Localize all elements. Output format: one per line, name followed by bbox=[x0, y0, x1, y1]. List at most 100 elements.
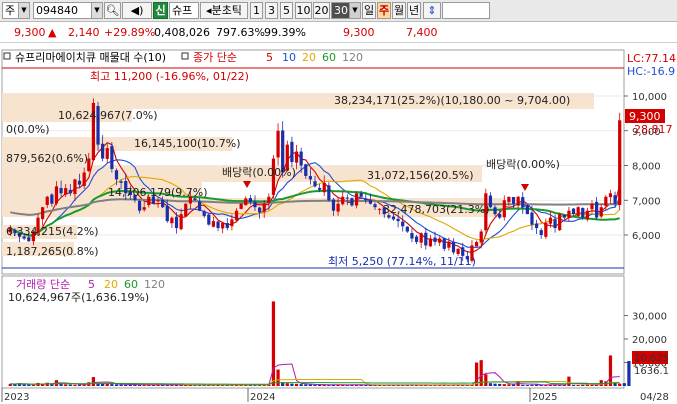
candle-body bbox=[359, 193, 363, 197]
candle-body bbox=[581, 208, 585, 218]
tick-mode-button[interactable]: ◂분초틱 bbox=[200, 2, 248, 19]
volume-bar bbox=[627, 361, 631, 386]
period-10-button[interactable]: 10 bbox=[295, 2, 312, 19]
candle-body bbox=[516, 196, 520, 206]
extra-input[interactable] bbox=[442, 2, 490, 19]
market-label: 주 bbox=[5, 4, 16, 17]
candle-body bbox=[174, 216, 179, 229]
price-tick-label: 10,000 bbox=[632, 92, 667, 103]
period-5-button[interactable]: 5 bbox=[280, 2, 293, 19]
up-arrow-icon: ▲ bbox=[48, 26, 57, 39]
ref-price-2: 7,400 bbox=[406, 26, 438, 39]
candle-body bbox=[604, 196, 608, 206]
day-button[interactable]: 일 bbox=[362, 2, 376, 19]
candle-body bbox=[253, 201, 257, 208]
month-button[interactable]: 월 bbox=[392, 2, 406, 19]
stock-code-input[interactable]: 094840 ▼ bbox=[33, 2, 103, 19]
candle-body bbox=[336, 203, 340, 212]
candle-body bbox=[507, 196, 511, 203]
volume-profile-label: 38,234,171(25.2%)(10,180.00 ~ 9,704.00) bbox=[334, 94, 570, 107]
year-button[interactable]: 년 bbox=[407, 2, 421, 19]
scroll-arrows-button[interactable]: ⇕ bbox=[423, 2, 441, 19]
candle-body bbox=[114, 170, 119, 180]
period-3-button[interactable]: 3 bbox=[265, 2, 278, 19]
candle-body bbox=[110, 146, 114, 169]
candle-body bbox=[290, 141, 294, 163]
stock-code-value: 094840 bbox=[36, 4, 78, 17]
candle-body bbox=[350, 198, 354, 206]
candle-body bbox=[73, 179, 77, 195]
volume-bar bbox=[530, 384, 534, 386]
candle-body bbox=[562, 214, 566, 218]
volume-bar bbox=[567, 376, 571, 386]
volume-bar bbox=[571, 384, 576, 386]
ma-legend-10: 10 bbox=[282, 51, 296, 64]
volume-bar bbox=[521, 384, 525, 386]
candle-body bbox=[525, 205, 529, 215]
candle-body bbox=[211, 221, 216, 227]
candle-body bbox=[405, 226, 409, 232]
candle-body bbox=[479, 231, 483, 243]
volume-bar bbox=[59, 383, 63, 386]
candle-body bbox=[493, 207, 497, 215]
candle-body bbox=[313, 181, 317, 187]
candle-body bbox=[239, 203, 243, 209]
candle-body bbox=[105, 148, 109, 159]
market-select[interactable]: 주 ▼ bbox=[2, 2, 30, 19]
chevron-down-icon[interactable]: ▼ bbox=[18, 3, 29, 18]
volume-bar bbox=[608, 355, 613, 386]
candle-body bbox=[318, 187, 322, 190]
candle-body bbox=[424, 232, 428, 246]
volume-bar bbox=[525, 385, 529, 386]
volume-bar bbox=[27, 384, 31, 386]
candle-body bbox=[119, 181, 123, 183]
chevron-down-icon[interactable]: ▼ bbox=[349, 3, 360, 18]
candle-body bbox=[202, 211, 206, 216]
sound-button[interactable]: ◀︎) bbox=[122, 2, 152, 19]
ref-price: 9,300 bbox=[343, 26, 375, 39]
volume-legend-5: 5 bbox=[88, 278, 95, 291]
volume-profile-label: 14,706,179(9.7%) bbox=[108, 186, 208, 199]
period-1-button[interactable]: 1 bbox=[250, 2, 263, 19]
volume-bar bbox=[299, 384, 303, 386]
chart-title: 슈프리마에이치큐 매물대 수(10) bbox=[15, 51, 166, 64]
candle-body bbox=[571, 208, 576, 215]
candle-body bbox=[234, 210, 239, 221]
candle-body bbox=[216, 221, 220, 229]
stock-name-field[interactable]: 슈프 bbox=[169, 2, 199, 19]
candle-body bbox=[391, 216, 396, 220]
candle-body bbox=[244, 198, 248, 206]
period-30-select[interactable]: 30 ▼ bbox=[331, 2, 361, 19]
candle-body bbox=[41, 207, 45, 220]
low-annotation: 최저 5,250 (77.14%, 11/11) bbox=[328, 255, 476, 268]
candle-body bbox=[257, 207, 262, 213]
candle-body bbox=[474, 241, 479, 247]
high-annotation: 최고 11,200 (-16.96%, 01/22) bbox=[90, 70, 249, 83]
candle-body bbox=[613, 195, 617, 204]
volume-bar bbox=[119, 384, 123, 386]
volume-profile-label: 1,187,265(0.8%) bbox=[6, 245, 99, 258]
candle-body bbox=[59, 188, 63, 194]
candle-body bbox=[539, 230, 543, 235]
candle-body bbox=[54, 186, 59, 204]
week-button[interactable]: 주 bbox=[377, 2, 391, 19]
candle-body bbox=[354, 193, 359, 206]
volume-bar bbox=[110, 384, 114, 386]
trade-volume: 0,408,026 bbox=[154, 26, 210, 39]
up-down-arrow-icon: ⇕ bbox=[427, 4, 437, 17]
candle-body bbox=[567, 210, 571, 218]
volume-profile-label: 16,145,100(10.7%) bbox=[134, 137, 241, 150]
candle-body bbox=[322, 182, 326, 193]
candle-body bbox=[414, 236, 419, 242]
volume-bar bbox=[64, 384, 68, 386]
speaker-icon: ◀︎) bbox=[130, 4, 144, 17]
chevron-down-icon[interactable]: ▼ bbox=[91, 3, 102, 18]
candle-body bbox=[137, 200, 142, 211]
candle-body bbox=[558, 214, 562, 231]
candle-body bbox=[585, 210, 589, 220]
search-button[interactable]: 🔍︎ bbox=[104, 2, 121, 19]
stock-chart[interactable]: 슈프리마에이치큐 매물대 수(10) 종가 단순 5 10 20 60 120 … bbox=[0, 44, 677, 404]
period-20-button[interactable]: 20 bbox=[313, 2, 330, 19]
candle-body bbox=[521, 197, 525, 208]
volume-bar bbox=[511, 384, 516, 386]
